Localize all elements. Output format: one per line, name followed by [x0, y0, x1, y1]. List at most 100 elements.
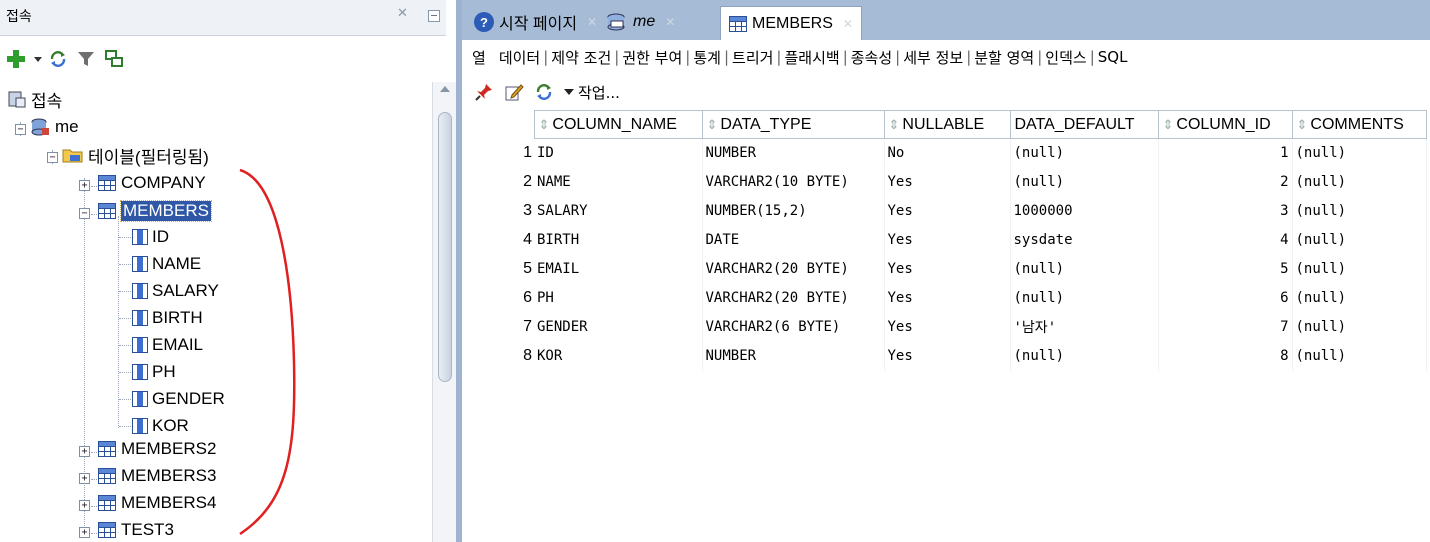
tree-connection-me[interactable]: me [30, 114, 79, 140]
tab-me[interactable]: me ✕ [598, 8, 683, 36]
cell-column-name[interactable]: SALARY [534, 196, 703, 226]
expand-icon[interactable]: + [79, 180, 90, 191]
cell-column-id[interactable]: 7 [1158, 312, 1293, 342]
cell-data-default[interactable]: 1000000 [1010, 196, 1159, 226]
close-tab-icon[interactable]: ✕ [587, 15, 597, 29]
tree-table-members2[interactable]: MEMBERS2 [98, 436, 216, 462]
actions-menu-button[interactable]: 작업... [560, 80, 624, 105]
cell-column-name[interactable]: BIRTH [534, 225, 703, 255]
table-row[interactable]: 7 GENDER VARCHAR2(6 BYTE) Yes '남자' 7 (nu… [462, 312, 1427, 342]
cell-data-default[interactable]: sysdate [1010, 225, 1159, 255]
table-row[interactable]: 4 BIRTH DATE Yes sysdate 4 (null) [462, 225, 1427, 255]
cell-data-type[interactable]: VARCHAR2(20 BYTE) [702, 283, 885, 313]
subtab-data[interactable]: 데이터 [496, 47, 543, 68]
tab-members[interactable]: MEMBERS ✕ [720, 6, 862, 40]
add-icon[interactable] [6, 49, 26, 69]
table-row[interactable]: 2 NAME VARCHAR2(10 BYTE) Yes (null) 2 (n… [462, 167, 1427, 197]
tree-table-members3[interactable]: MEMBERS3 [98, 463, 216, 489]
cell-column-name[interactable]: NAME [534, 167, 703, 197]
close-tab-icon[interactable]: ✕ [843, 17, 853, 31]
table-row[interactable]: 3 SALARY NUMBER(15,2) Yes 1000000 3 (nul… [462, 196, 1427, 226]
cell-column-id[interactable]: 6 [1158, 283, 1293, 313]
cell-data-type[interactable]: NUMBER [702, 138, 885, 168]
subtab-dependencies[interactable]: 종속성 [848, 47, 895, 68]
tree-column-salary[interactable]: SALARY [132, 278, 219, 304]
filter-icon[interactable] [76, 49, 96, 69]
tree-table-test3[interactable]: TEST3 [98, 517, 174, 542]
edit-icon[interactable] [504, 82, 524, 102]
header-nullable[interactable]: ⇕ NULLABLE [883, 110, 1011, 139]
close-tab-icon[interactable]: ✕ [665, 15, 675, 29]
cell-column-id[interactable]: 8 [1158, 341, 1293, 371]
cell-data-default[interactable]: (null) [1010, 167, 1159, 197]
cell-column-name[interactable]: KOR [534, 341, 703, 371]
tree-table-members[interactable]: MEMBERS [98, 198, 212, 224]
cell-nullable[interactable]: Yes [884, 225, 1011, 255]
scroll-up-icon[interactable] [440, 86, 450, 92]
cell-data-default[interactable]: (null) [1010, 283, 1159, 313]
cell-column-id[interactable]: 3 [1158, 196, 1293, 226]
cell-comments[interactable]: (null) [1292, 196, 1427, 226]
cell-column-name[interactable]: ID [534, 138, 703, 168]
cell-comments[interactable]: (null) [1292, 283, 1427, 313]
cell-data-default[interactable]: '남자' [1010, 312, 1159, 342]
tree-column-name[interactable]: NAME [132, 251, 201, 277]
subtab-details[interactable]: 세부 정보 [900, 47, 966, 68]
tree-column-email[interactable]: EMAIL [132, 332, 203, 358]
cell-data-default[interactable]: (null) [1010, 254, 1159, 284]
cell-column-id[interactable]: 1 [1158, 138, 1293, 168]
tree-table-members4[interactable]: MEMBERS4 [98, 490, 216, 516]
tree-column-gender[interactable]: GENDER [132, 386, 225, 412]
collapse-icon[interactable]: − [47, 152, 58, 163]
cell-nullable[interactable]: Yes [884, 196, 1011, 226]
subtab-flashback[interactable]: 플래시백 [781, 47, 842, 68]
cell-data-type[interactable]: DATE [702, 225, 885, 255]
header-data-type[interactable]: ⇕ DATA_TYPE [701, 110, 885, 139]
cell-data-default[interactable]: (null) [1010, 341, 1159, 371]
collapse-icon[interactable]: − [15, 124, 26, 135]
table-row[interactable]: 8 KOR NUMBER Yes (null) 8 (null) [462, 341, 1427, 371]
cell-nullable[interactable]: Yes [884, 283, 1011, 313]
refresh-icon[interactable] [48, 49, 68, 69]
cell-nullable[interactable]: Yes [884, 254, 1011, 284]
cell-comments[interactable]: (null) [1292, 254, 1427, 284]
tab-start-page[interactable]: ? 시작 페이지 ✕ [466, 8, 605, 36]
tree-scrollbar[interactable] [432, 82, 456, 542]
header-column-id[interactable]: ⇕ COLUMN_ID [1157, 110, 1293, 139]
expand-icon[interactable]: + [79, 446, 90, 457]
header-column-name[interactable]: ⇕ COLUMN_NAME [533, 110, 703, 139]
cell-nullable[interactable]: Yes [884, 167, 1011, 197]
tree-column-ph[interactable]: PH [132, 359, 176, 385]
cell-column-id[interactable]: 2 [1158, 167, 1293, 197]
cell-data-type[interactable]: NUMBER(15,2) [702, 196, 885, 226]
cell-data-default[interactable]: (null) [1010, 138, 1159, 168]
subtab-constraints[interactable]: 제약 조건 [548, 47, 614, 68]
minimize-icon[interactable] [428, 10, 440, 22]
tree-column-id[interactable]: ID [132, 224, 169, 250]
cell-nullable[interactable]: No [884, 138, 1011, 168]
expand-icon[interactable]: + [79, 500, 90, 511]
expand-icon[interactable]: + [79, 527, 90, 538]
close-icon[interactable]: ✕ [397, 6, 408, 21]
table-row[interactable]: 6 PH VARCHAR2(20 BYTE) Yes (null) 6 (nul… [462, 283, 1427, 313]
cell-column-id[interactable]: 5 [1158, 254, 1293, 284]
subtab-sql[interactable]: SQL [1095, 48, 1131, 66]
tree-table-company[interactable]: COMPANY [98, 170, 206, 196]
refresh-icon[interactable] [534, 82, 554, 102]
table-row[interactable]: 5 EMAIL VARCHAR2(20 BYTE) Yes (null) 5 (… [462, 254, 1427, 284]
cell-nullable[interactable]: Yes [884, 341, 1011, 371]
cell-comments[interactable]: (null) [1292, 138, 1427, 168]
cell-column-name[interactable]: EMAIL [534, 254, 703, 284]
header-data-default[interactable]: DATA_DEFAULT [1009, 110, 1159, 139]
subtab-statistics[interactable]: 통계 [690, 47, 724, 68]
subtab-columns[interactable]: 열 [462, 47, 496, 68]
schema-browser-icon[interactable] [104, 49, 124, 69]
subtab-indexes[interactable]: 인덱스 [1042, 47, 1089, 68]
cell-comments[interactable]: (null) [1292, 341, 1427, 371]
tree-root-connections[interactable]: 접속 [8, 86, 62, 112]
cell-nullable[interactable]: Yes [884, 312, 1011, 342]
cell-data-type[interactable]: NUMBER [702, 341, 885, 371]
scrollbar-thumb[interactable] [438, 112, 452, 382]
expand-icon[interactable]: + [79, 473, 90, 484]
cell-comments[interactable]: (null) [1292, 225, 1427, 255]
